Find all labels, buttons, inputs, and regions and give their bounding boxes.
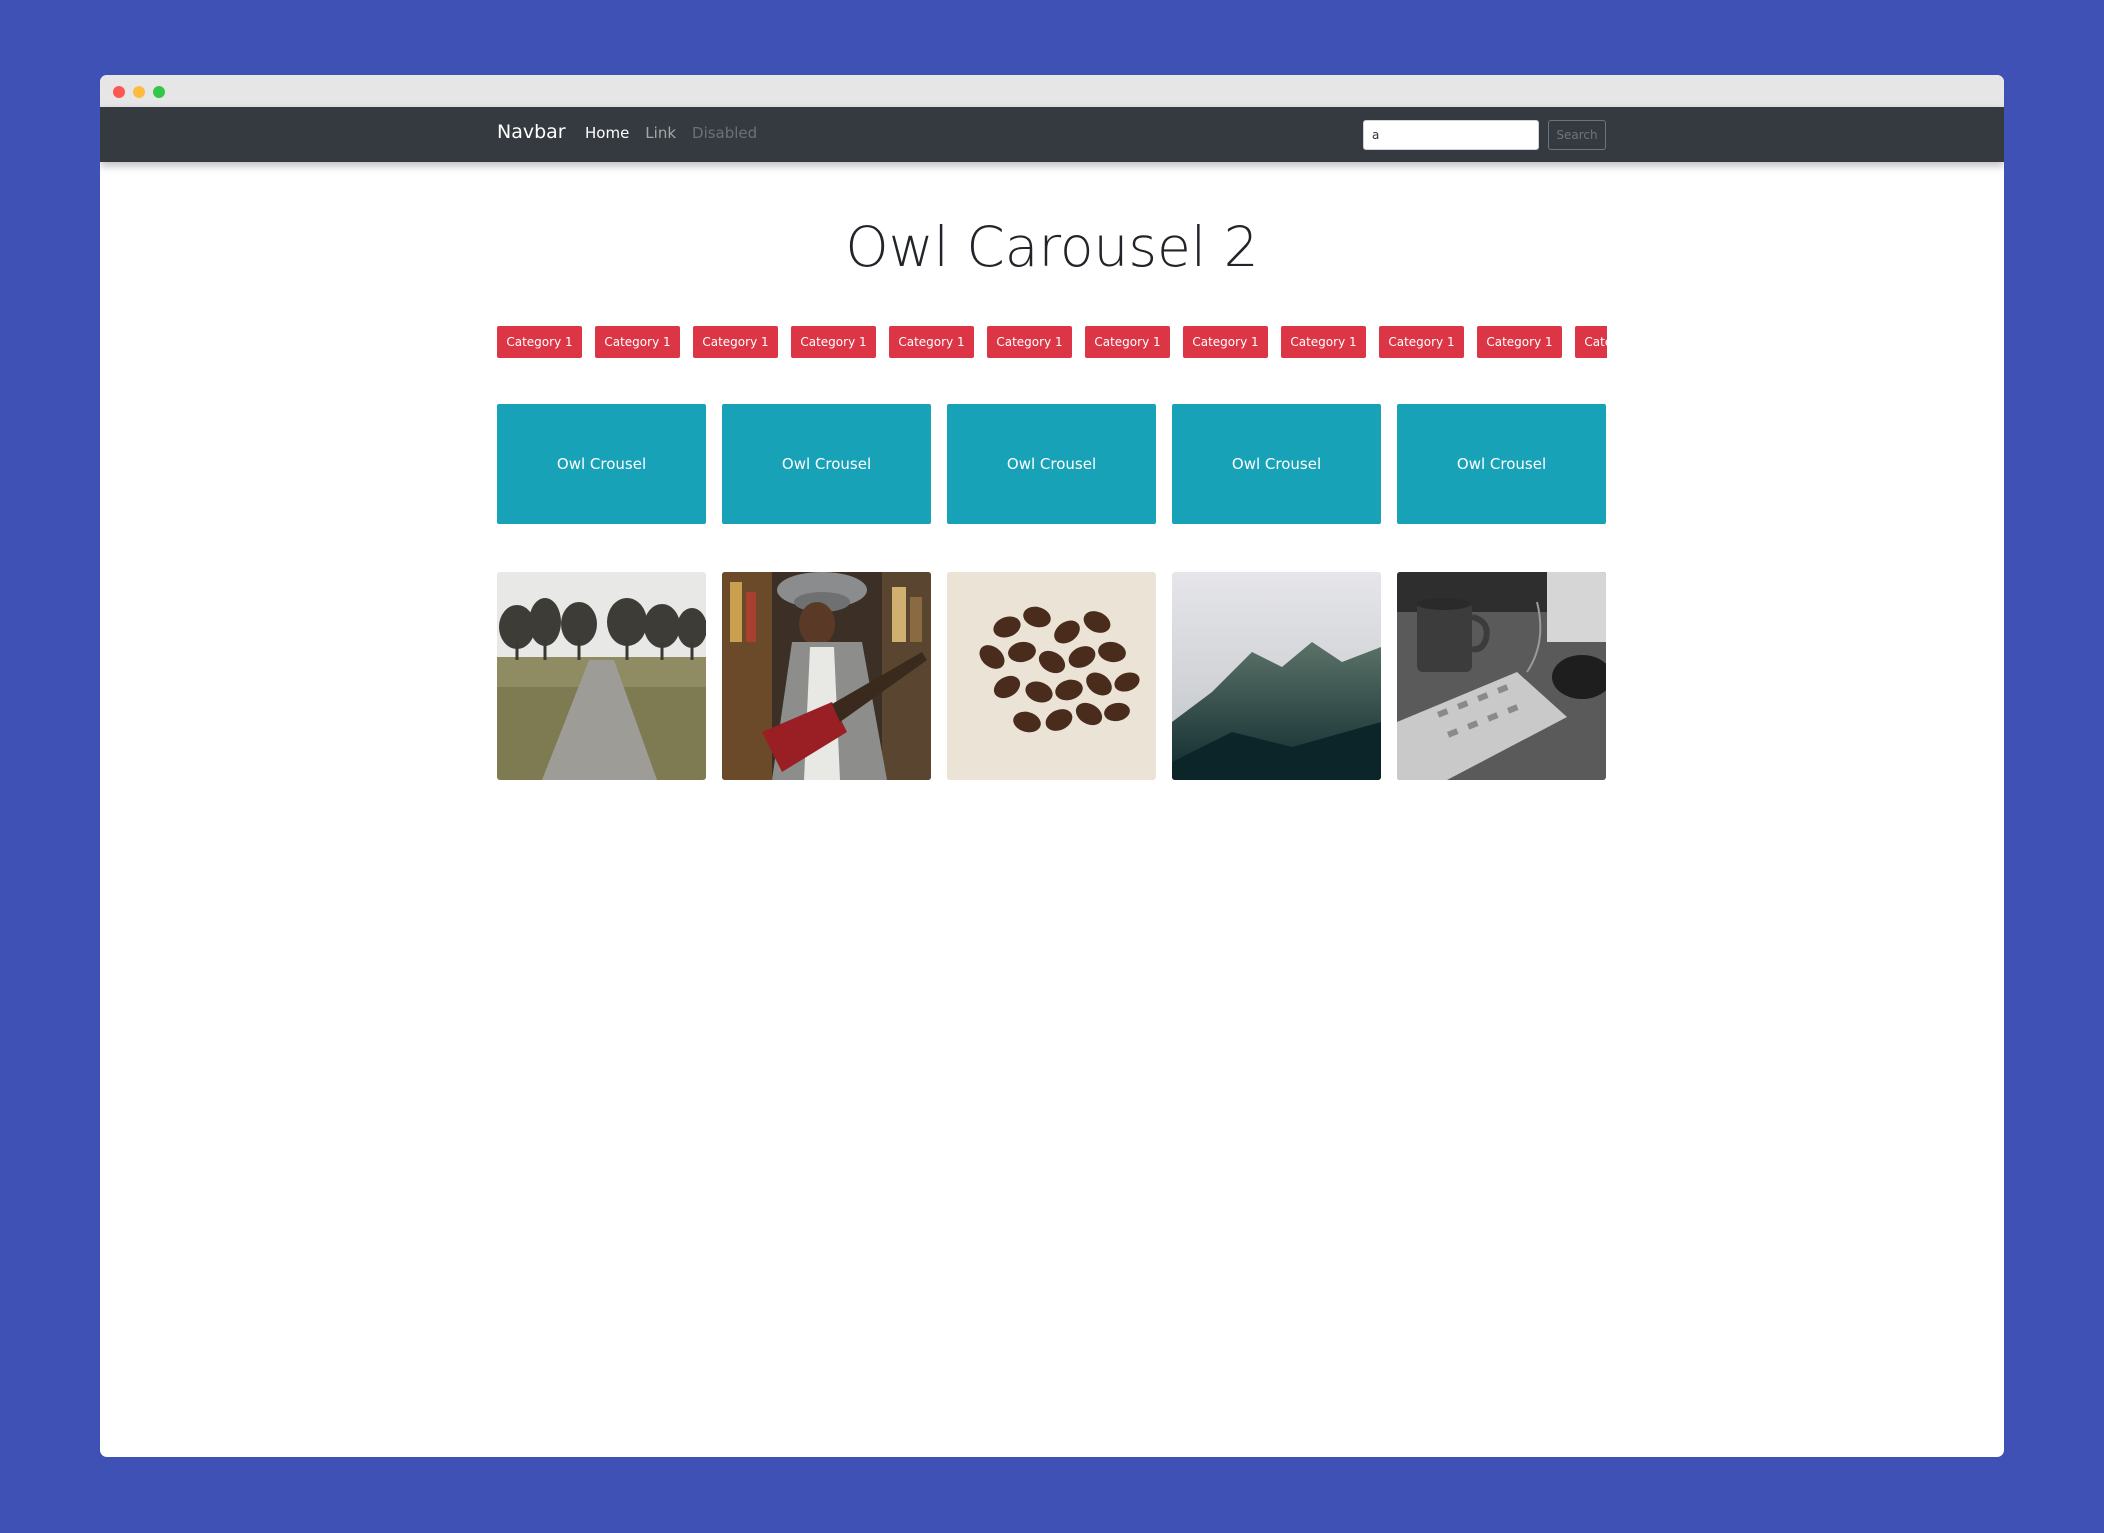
category-badge[interactable]: Category 1: [595, 326, 680, 358]
image-carousel[interactable]: [497, 572, 1606, 780]
category-badge[interactable]: Category 1: [693, 326, 778, 358]
carousel-card-label: Owl Crousel: [556, 455, 647, 473]
page-title: Owl Carousel 2: [845, 215, 1259, 279]
photo-guitar-player[interactable]: [722, 572, 931, 780]
carousel-card[interactable]: Owl Crousel: [1397, 404, 1606, 524]
category-carousel[interactable]: Category 1 Category 1 Category 1 Categor…: [497, 326, 1607, 358]
card-carousel[interactable]: Owl Crousel Owl Crousel Owl Crousel Owl …: [497, 404, 1606, 524]
category-badge[interactable]: Category 1: [889, 326, 974, 358]
category-badge[interactable]: Category 1: [1379, 326, 1464, 358]
nav-links: Home Link Disabled: [585, 124, 757, 142]
search-button[interactable]: Search: [1548, 120, 1606, 150]
nav-link-link[interactable]: Link: [645, 124, 676, 142]
navbar-brand[interactable]: Navbar: [497, 121, 566, 143]
minimize-window-icon[interactable]: [133, 86, 145, 98]
browser-window: Navbar Home Link Disabled Search Owl Car…: [100, 75, 2004, 1457]
photo-misty-mountain[interactable]: [1172, 572, 1381, 780]
carousel-card[interactable]: Owl Crousel: [947, 404, 1156, 524]
navbar: Navbar Home Link Disabled Search: [100, 107, 2004, 162]
carousel-card[interactable]: Owl Crousel: [722, 404, 931, 524]
nav-link-disabled: Disabled: [692, 124, 758, 142]
category-badge[interactable]: Category 1: [1575, 326, 1607, 358]
category-badge[interactable]: Category 1: [1085, 326, 1170, 358]
category-badge[interactable]: Category 1: [1281, 326, 1366, 358]
carousel-card[interactable]: Owl Crousel: [497, 404, 706, 524]
photo-park-path[interactable]: [497, 572, 706, 780]
carousel-card-label: Owl Crousel: [1231, 455, 1322, 473]
window-titlebar: [100, 75, 2004, 107]
category-badge[interactable]: Category 1: [987, 326, 1072, 358]
close-window-icon[interactable]: [113, 86, 125, 98]
search-input[interactable]: [1363, 120, 1539, 150]
carousel-card-label: Owl Crousel: [1456, 455, 1547, 473]
carousel-card[interactable]: Owl Crousel: [1172, 404, 1381, 524]
category-track: Category 1 Category 1 Category 1 Categor…: [497, 326, 1607, 358]
category-badge[interactable]: Category 1: [791, 326, 876, 358]
photo-coffee-beans[interactable]: [947, 572, 1156, 780]
category-badge[interactable]: Category 1: [1477, 326, 1562, 358]
nav-link-home[interactable]: Home: [585, 124, 629, 142]
category-badge[interactable]: Category 1: [497, 326, 582, 358]
maximize-window-icon[interactable]: [153, 86, 165, 98]
photo-keyboard-mug[interactable]: [1397, 572, 1606, 780]
carousel-card-label: Owl Crousel: [1006, 455, 1097, 473]
carousel-card-label: Owl Crousel: [781, 455, 872, 473]
category-badge[interactable]: Category 1: [1183, 326, 1268, 358]
